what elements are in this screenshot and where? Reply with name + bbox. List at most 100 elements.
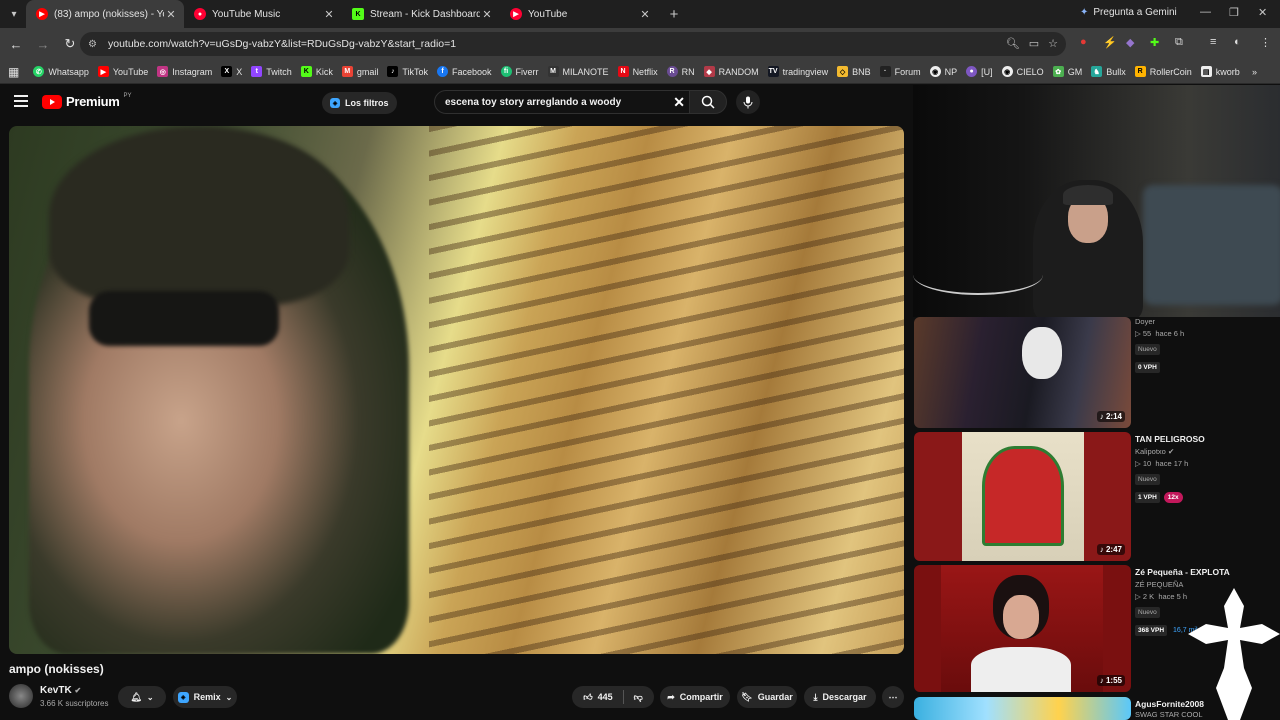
close-window-icon[interactable]: ✕ — [1258, 6, 1267, 19]
remix-extension-icon: ◈ — [177, 691, 189, 703]
bookmark-gm[interactable]: ✿ GM — [1052, 66, 1083, 77]
bookmark-bnb[interactable]: ◇ BNB — [837, 66, 871, 77]
tab-title: YouTube Music — [212, 8, 281, 20]
bookmark-instagram[interactable]: ◎ Instagram — [157, 66, 212, 77]
new-tab-button[interactable]: + — [662, 6, 686, 23]
bookmark-label: X — [236, 66, 243, 77]
music-note-icon: ♪ — [1099, 412, 1104, 421]
webcam-headphone-cable — [913, 255, 1043, 295]
menu-hamburger-icon[interactable] — [14, 95, 28, 110]
address-bar[interactable]: ⚙ youtube.com/watch?v=uGsDg-vabzY&list=R… — [80, 32, 1066, 56]
bookmarks-bar: ▦ ✆ Whatsapp ▶ YouTube ◎ Instagram XX t Twit… — [0, 60, 1280, 84]
bookmark-youtube[interactable]: ▶ YouTube — [97, 66, 148, 77]
bookmark-star-icon[interactable]: ☆ — [1048, 37, 1058, 50]
channel-name[interactable]: Kalipotxo ✔ — [1135, 447, 1280, 456]
bookmark-facebook[interactable]: f Facebook — [437, 66, 492, 77]
apps-grid-icon[interactable]: ▦ — [8, 65, 19, 79]
video-thumbnail[interactable]: ♪ 2:47 — [914, 432, 1131, 561]
bookmark-random[interactable]: ◆ RANDOM — [703, 66, 759, 77]
extension-icon[interactable]: ◆ — [1126, 36, 1134, 49]
youtube-premium-logo[interactable]: Premium PY — [42, 93, 132, 109]
back-arrow-icon[interactable]: ← — [4, 37, 28, 52]
zoom-icon[interactable]: 🔍︎ — [1006, 37, 1020, 50]
webcam-streamer-cap — [1063, 185, 1113, 205]
browser-menu-icon[interactable]: ⋮ — [1260, 36, 1271, 49]
bookmark-rollercoin[interactable]: R RollerCoin — [1134, 66, 1192, 77]
video-title[interactable]: TAN PELIGROSO — [1135, 434, 1280, 444]
bookmark-u[interactable]: ● [U] — [966, 66, 993, 77]
remix-button[interactable]: ◈ Remix ⌄ — [173, 686, 237, 708]
bookmark-x[interactable]: XX — [221, 66, 242, 77]
record-extension-icon[interactable]: ● — [1080, 36, 1087, 48]
video-thumbnail[interactable]: ♪ 2:14 — [914, 317, 1131, 428]
browser-tab-youtube-video[interactable]: ▶ (83) ampo (nokisses) - YouTube ✕ — [26, 0, 184, 28]
bookmark-rn[interactable]: R RN — [666, 66, 695, 77]
extension-icon[interactable]: ✚ — [1150, 36, 1159, 49]
bookmark-cielo[interactable]: ◉ CIELO — [1001, 66, 1044, 77]
more-actions-button[interactable]: ⋯ — [882, 686, 904, 708]
bookmark-label: GM — [1067, 66, 1083, 77]
dislike-button[interactable]: 👎︎ — [624, 692, 653, 703]
like-count: 445 — [597, 692, 613, 702]
bookmark-kworb[interactable]: ▤ kworb — [1200, 66, 1240, 77]
close-tab-icon[interactable]: ✕ — [322, 8, 336, 21]
profile-avatar-icon[interactable]: ◐ — [1234, 36, 1241, 48]
subscription-notification-button[interactable]: 🔔︎ ⌄ — [118, 686, 166, 708]
play-icon: ▷ — [1135, 459, 1141, 468]
gemini-button[interactable]: ✦ Pregunta a Gemini — [1080, 7, 1177, 18]
bookmark-tiktok[interactable]: ♪ TikTok — [387, 66, 428, 77]
bookmark-twitch[interactable]: t Twitch — [251, 66, 292, 77]
channel-name[interactable]: Doyer — [1135, 317, 1280, 326]
bookmark-tradingview[interactable]: TV tradingview — [767, 66, 828, 77]
video-thumbnail[interactable] — [914, 697, 1131, 720]
extension-icon[interactable]: ⚡ — [1103, 36, 1117, 49]
video-thumbnail[interactable]: ♪ 1:55 — [914, 565, 1131, 692]
site-settings-icon[interactable]: ⚙ — [88, 39, 102, 50]
save-button[interactable]: 🔖︎ Guardar — [737, 686, 797, 708]
search-button[interactable] — [689, 90, 727, 114]
filters-button[interactable]: ◈ Los filtros — [322, 92, 397, 114]
recommendation-item[interactable]: ♪ 2:14 Doyer ▷ 55 hace 6 h Nuevo 0 VPH — [913, 317, 1280, 429]
bookmark-milanote[interactable]: M MILANOTE — [547, 66, 609, 77]
kworb-icon: ▤ — [1200, 66, 1212, 77]
bookmark-fiverr[interactable]: fi Fiverr — [500, 66, 539, 77]
video-title[interactable]: Zé Pequeña - EXPLOTA — [1135, 567, 1280, 577]
bookmark-bullx[interactable]: ♞ Bullx — [1091, 66, 1126, 77]
restore-window-icon[interactable]: ❐ — [1229, 6, 1239, 19]
browser-tab-youtube-music[interactable]: ● YouTube Music ✕ — [184, 0, 342, 28]
close-tab-icon[interactable]: ✕ — [638, 8, 652, 21]
bookmark-whatsapp[interactable]: ✆ Whatsapp — [33, 66, 89, 77]
reload-icon[interactable]: ↻ — [58, 36, 82, 52]
bookmark-np[interactable]: ◉ NP — [929, 66, 957, 77]
bookmark-gmail[interactable]: Mgmail — [341, 66, 379, 77]
bookmark-label: gmail — [356, 66, 379, 77]
extensions-puzzle-icon[interactable]: ⧉ — [1175, 36, 1183, 49]
bookmarks-overflow-icon[interactable]: » — [1252, 67, 1257, 77]
clear-search-icon[interactable]: ✕ — [673, 94, 685, 111]
recommendation-item[interactable]: ♪ 2:47 TAN PELIGROSO Kalipotxo ✔ ▷ 10 ha… — [913, 432, 1280, 562]
browser-tab-youtube[interactable]: ▶ YouTube ✕ — [500, 0, 658, 28]
fiverr-icon: fi — [500, 66, 512, 77]
video-player[interactable] — [9, 126, 904, 654]
bookmark-netflix[interactable]: N Netflix — [617, 66, 658, 77]
bookmark-forum[interactable]: · Forum — [879, 66, 921, 77]
share-button[interactable]: ➦ Compartir — [660, 686, 730, 708]
close-tab-icon[interactable]: ✕ — [480, 8, 494, 21]
bookmark-kick[interactable]: K Kick — [300, 66, 333, 77]
media-control-icon[interactable]: ≡ — [1210, 36, 1216, 48]
tab-search-chevron-icon[interactable]: ▾ — [2, 2, 26, 26]
play-icon: ▷ — [1135, 592, 1141, 601]
browser-tab-kick-dashboard[interactable]: K Stream - Kick Dashboard ✕ — [342, 0, 500, 28]
address-url: youtube.com/watch?v=uGsDg-vabzY&list=RDu… — [108, 38, 457, 50]
voice-search-button[interactable] — [736, 90, 760, 114]
cast-icon[interactable]: ▭ — [1029, 37, 1039, 50]
forward-arrow-icon[interactable]: → — [31, 37, 55, 52]
like-button[interactable]: 👍︎ 445 — [573, 692, 622, 703]
close-tab-icon[interactable]: ✕ — [164, 8, 178, 21]
channel-name[interactable]: KevTK ✔ — [40, 685, 81, 696]
bookmark-label: MILANOTE — [562, 66, 609, 77]
download-button[interactable]: ⤓ Descargar — [804, 686, 876, 708]
channel-avatar[interactable] — [9, 684, 33, 708]
minimize-window-icon[interactable]: — — [1200, 6, 1211, 18]
search-input[interactable]: escena toy story arreglando a woody ✕ — [434, 90, 690, 114]
